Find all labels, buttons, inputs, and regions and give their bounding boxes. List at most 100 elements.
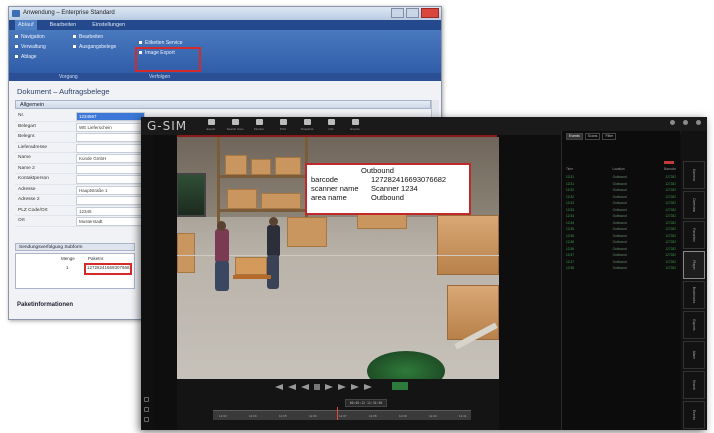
help-icon[interactable] <box>683 120 688 125</box>
vertical-tab[interactable]: Search <box>683 371 705 399</box>
rewind-icon[interactable] <box>288 384 296 390</box>
event-row[interactable]: 12:32 Outbound 127282 <box>566 195 676 199</box>
fast-forward-icon[interactable] <box>351 384 359 390</box>
settings-icon[interactable] <box>670 120 675 125</box>
event-cell: 127282 <box>665 266 676 270</box>
event-row[interactable]: 12:36 Outbound 127282 <box>566 247 676 251</box>
camera-video-frame[interactable]: Outbound barcode 127282416693076682 scann… <box>177 137 499 379</box>
event-cell: 127282 <box>665 240 676 244</box>
minimize-button[interactable] <box>391 8 404 18</box>
toolbar-button[interactable]: Events <box>345 119 365 131</box>
toolbar-label: Monitor <box>253 127 264 131</box>
event-row[interactable]: 12:33 Outbound 127282 <box>566 201 676 205</box>
ribbon-item-etiketten[interactable]: Etiketten Service <box>139 40 183 47</box>
form-field[interactable]: 12345 <box>76 206 145 216</box>
form-label: PLZ Code/Ort <box>18 207 48 213</box>
rail-icon[interactable] <box>144 397 149 402</box>
ribbon-item[interactable]: Navigation <box>15 34 45 41</box>
skip-back-icon[interactable] <box>275 384 283 390</box>
pallet-truck <box>233 275 271 279</box>
event-row[interactable]: 12:32 Outbound 127282 <box>566 188 676 192</box>
vertical-tab[interactable]: Favorites <box>683 221 705 249</box>
event-cell: 12:36 <box>566 246 574 251</box>
form-field[interactable] <box>76 196 145 205</box>
event-cell: Outbound <box>612 201 627 205</box>
form-field[interactable] <box>76 175 145 184</box>
form-field[interactable]: Musterstadt <box>76 217 145 226</box>
event-row[interactable]: 12:34 Outbound 127282 <box>566 214 676 218</box>
form-field[interactable]: WE Lieferschein <box>76 122 145 132</box>
ribbon-item[interactable]: Verwaltung <box>15 44 46 51</box>
close-icon[interactable] <box>696 120 701 125</box>
panel-tab[interactable]: Scans <box>584 133 601 140</box>
vertical-tab[interactable]: Events <box>683 401 705 429</box>
vertical-tab[interactable]: Overview <box>683 191 705 219</box>
vertical-tab[interactable]: Kamera <box>683 161 705 189</box>
vertical-tab[interactable]: Player <box>683 251 705 279</box>
rail-icon[interactable] <box>144 407 149 412</box>
footer-section-label[interactable]: Paketinformationen <box>17 302 73 308</box>
event-row[interactable]: 12:34 Outbound 127282 <box>566 221 676 225</box>
vertical-tab[interactable]: Alarm <box>683 341 705 369</box>
toolbar-button[interactable]: Export <box>201 119 221 131</box>
ribbon-item[interactable]: Ausgangsbelege <box>73 44 116 51</box>
erp-window-title: Anwendung – Enterprise Standard <box>23 10 115 16</box>
event-row[interactable]: 12:37 Outbound 127282 <box>566 253 676 257</box>
toolbar-button[interactable]: Search Cam <box>225 119 245 131</box>
play-icon[interactable] <box>325 384 333 390</box>
ribbon-tab[interactable]: Ablauf <box>15 20 37 30</box>
timeline-scrubber[interactable]: 12:33 12:34 12:35 12:36 12:37 12:38 12:39 12:40… <box>213 407 471 420</box>
toolbar-button[interactable]: Monitor <box>249 119 269 131</box>
toolbar-button[interactable]: Snapshot <box>297 119 317 131</box>
form-label: Nr. <box>18 113 25 118</box>
vertical-tab[interactable]: Bookmarks <box>683 281 705 309</box>
timeline-tick: 12:38 <box>369 414 377 418</box>
event-row[interactable]: 12:36 Outbound 127282 <box>566 240 676 244</box>
event-row[interactable]: 12:33 Outbound 127282 <box>566 208 676 212</box>
subtable-cell[interactable]: 1 <box>66 265 69 270</box>
section-header[interactable]: Allgemein <box>15 100 431 109</box>
toolbar-button[interactable]: Print <box>273 119 293 131</box>
form-field[interactable] <box>76 164 145 174</box>
event-row[interactable]: 12:35 Outbound 127282 <box>566 234 676 238</box>
step-back-icon[interactable] <box>301 384 309 390</box>
stop-icon[interactable] <box>314 384 320 390</box>
event-row[interactable]: 12:38 Outbound 127282 <box>566 266 676 270</box>
step-forward-icon[interactable] <box>338 384 346 390</box>
close-button[interactable] <box>421 8 439 18</box>
event-cell: Outbound <box>612 259 627 264</box>
form-field[interactable]: Kunde GmbH <box>76 154 145 163</box>
playback-controls: 00:05:12 12:34:56 12:33 12:34 12:35 12:36 12… <box>177 379 499 430</box>
event-cell: Outbound <box>612 175 627 179</box>
panel-tab[interactable]: Filter <box>602 133 617 140</box>
wooden-crate <box>447 285 499 340</box>
overlay-key: barcode <box>311 175 339 184</box>
form-field[interactable]: Hauptstraße 1 <box>76 185 145 195</box>
form-field[interactable] <box>76 133 145 142</box>
ribbon-tab[interactable]: Bearbeiten <box>47 20 80 30</box>
event-row[interactable]: 12:31 Outbound 127282 <box>566 175 676 179</box>
event-cell: 12:31 <box>566 175 574 179</box>
event-cell: Outbound <box>612 220 627 225</box>
toolbar-button[interactable]: Info <box>321 119 341 131</box>
ribbon-item[interactable]: Ablage <box>15 54 37 61</box>
left-rail <box>141 135 153 430</box>
form-field[interactable]: 1234567 <box>76 112 145 121</box>
timeline-tick: 12:39 <box>399 414 407 418</box>
vertical-tab[interactable]: Exports <box>683 311 705 339</box>
vertical-tab-label: Alarm <box>692 350 696 360</box>
playback-buttons <box>275 384 372 390</box>
event-row[interactable]: 12:37 Outbound 127282 <box>566 260 676 264</box>
panel-tab[interactable]: Events <box>566 133 583 140</box>
rail-icon[interactable] <box>144 417 149 422</box>
maximize-button[interactable] <box>406 8 419 18</box>
ribbon-item[interactable]: Bearbeiten <box>73 34 103 41</box>
live-speed-indicator[interactable] <box>392 382 408 390</box>
event-row[interactable]: 12:35 Outbound 127282 <box>566 227 676 231</box>
skip-forward-icon[interactable] <box>364 384 372 390</box>
form-field[interactable] <box>76 143 145 153</box>
ribbon-tab[interactable]: Einstellungen <box>89 20 128 30</box>
event-cell: 127282 <box>665 246 676 251</box>
event-row[interactable]: 12:31 Outbound 127282 <box>566 182 676 186</box>
timeline-cursor[interactable] <box>337 407 338 420</box>
